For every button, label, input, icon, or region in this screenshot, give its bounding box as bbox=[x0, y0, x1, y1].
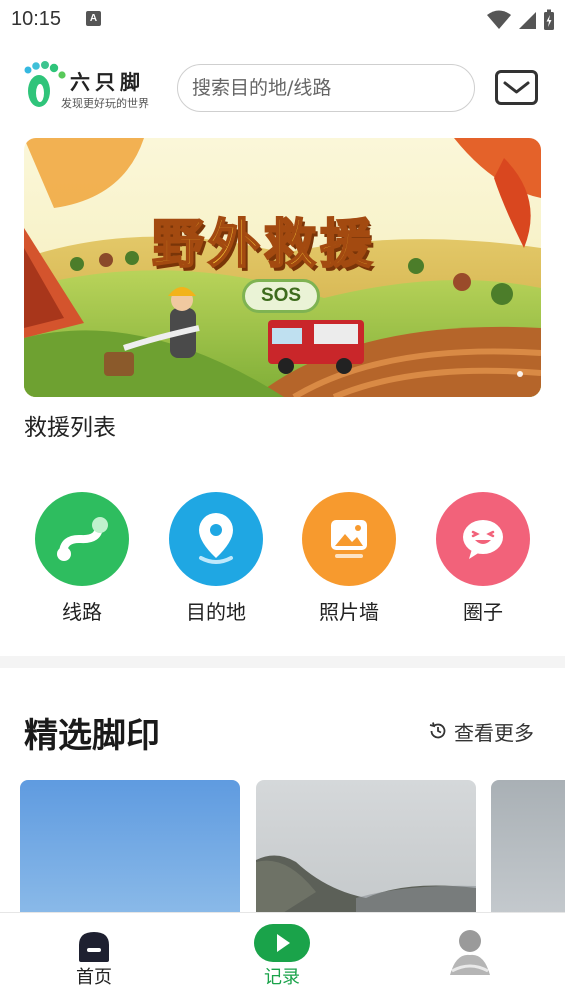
entry-circles[interactable]: 圈子 bbox=[428, 490, 538, 630]
tab-home[interactable]: 首页 bbox=[34, 913, 154, 1004]
sos-badge: SOS bbox=[242, 279, 320, 313]
status-bar: 10:15 A bbox=[0, 0, 565, 40]
tab-record[interactable]: 记录 bbox=[222, 913, 342, 1004]
entry-photo-wall[interactable]: 照片墙 bbox=[294, 490, 404, 630]
footprint-logo-icon bbox=[24, 61, 66, 107]
view-more-label: 查看更多 bbox=[454, 720, 534, 745]
home-screen: 10:15 A 六只脚 发现更好玩的世界 搜索目的地/线路 野外救援 SOS 救… bbox=[0, 0, 565, 1004]
history-icon bbox=[429, 722, 446, 739]
brand-slogan: 发现更好玩的世界 bbox=[61, 97, 149, 110]
status-time: 10:15 bbox=[11, 8, 62, 30]
featured-card[interactable] bbox=[491, 780, 565, 920]
search-bar[interactable] bbox=[177, 64, 475, 112]
wifi-icon bbox=[487, 10, 511, 29]
mail-chevron-icon bbox=[503, 81, 530, 94]
brand-name: 六只脚 bbox=[70, 70, 145, 94]
entry-label: 照片墙 bbox=[319, 600, 379, 624]
app-header: 六只脚 发现更好玩的世界 bbox=[0, 52, 565, 124]
notification-badge: A bbox=[86, 11, 101, 26]
featured-card[interactable] bbox=[256, 780, 476, 920]
featured-card[interactable] bbox=[20, 780, 240, 920]
signal-icon bbox=[519, 12, 536, 29]
rescue-banner[interactable]: 野外救援 SOS bbox=[24, 138, 541, 397]
tab-label: 首页 bbox=[76, 967, 112, 988]
entry-label: 目的地 bbox=[186, 600, 246, 624]
featured-title: 精选脚印 bbox=[24, 716, 160, 756]
entry-label: 线路 bbox=[62, 600, 102, 624]
tab-label: 记录 bbox=[264, 967, 300, 988]
location-pin-icon bbox=[169, 492, 263, 586]
view-more-link[interactable]: 查看更多 bbox=[428, 717, 534, 745]
home-icon bbox=[79, 932, 109, 962]
search-input[interactable] bbox=[178, 65, 474, 111]
entry-label: 圈子 bbox=[463, 600, 503, 624]
entry-destinations[interactable]: 目的地 bbox=[161, 490, 271, 630]
carousel-indicator bbox=[517, 371, 523, 377]
profile-avatar-icon bbox=[450, 930, 490, 975]
chat-smile-icon bbox=[436, 492, 530, 586]
section-divider bbox=[0, 656, 565, 668]
play-record-icon bbox=[254, 924, 310, 962]
rescue-list-label[interactable]: 救援列表 bbox=[24, 408, 116, 442]
bottom-tab-bar: 首页 记录 bbox=[0, 912, 565, 1004]
message-button[interactable] bbox=[495, 70, 538, 105]
card-mountain-photo bbox=[256, 855, 476, 920]
status-icons bbox=[487, 8, 555, 32]
battery-icon bbox=[544, 9, 554, 30]
photo-icon bbox=[302, 492, 396, 586]
tab-profile[interactable] bbox=[410, 913, 530, 1004]
featured-cards bbox=[20, 780, 565, 920]
banner-title: 野外救援 bbox=[151, 214, 377, 276]
quick-entries: 线路 目的地 照片墙 圈子 bbox=[0, 490, 565, 630]
route-icon bbox=[35, 492, 129, 586]
card-sky-photo bbox=[20, 780, 240, 920]
entry-routes[interactable]: 线路 bbox=[27, 490, 137, 630]
